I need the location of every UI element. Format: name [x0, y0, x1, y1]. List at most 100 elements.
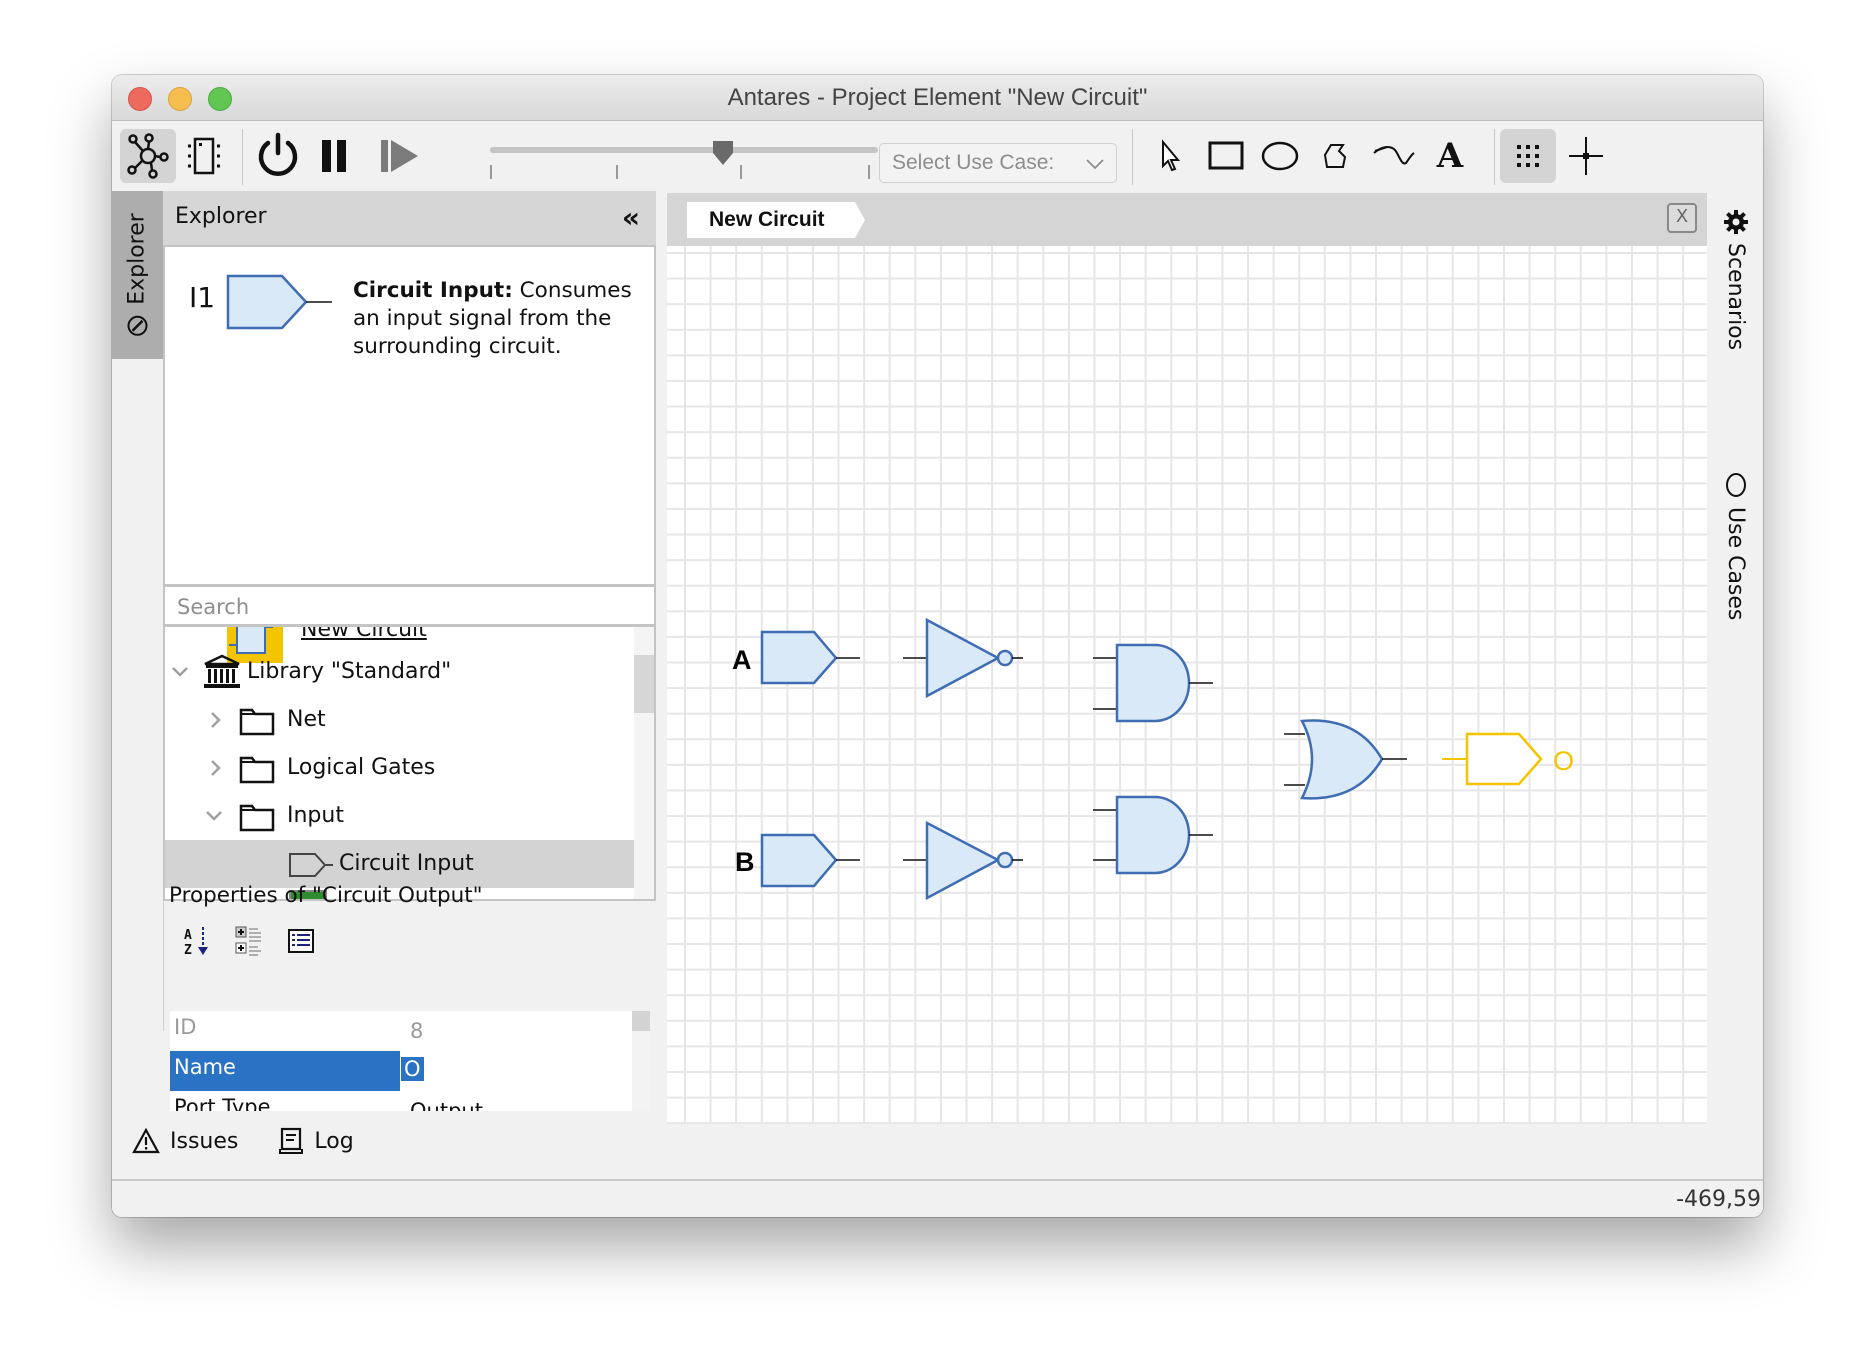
title-bar: Antares - Project Element "New Circuit"	[112, 75, 1763, 121]
svg-text:A: A	[184, 928, 192, 943]
log-tab[interactable]: Log	[278, 1127, 354, 1155]
categorized-icon[interactable]	[234, 925, 264, 957]
polygon-tool-button[interactable]	[1308, 129, 1364, 183]
component-view-button[interactable]	[176, 129, 232, 183]
property-value: Output	[410, 1099, 483, 1111]
close-editor-button[interactable]: X	[1667, 203, 1697, 233]
use-cases-side-tab[interactable]: Use Cases	[1723, 471, 1749, 620]
rectangle-tool-button[interactable]	[1198, 129, 1254, 183]
input-a-label: A	[732, 645, 752, 675]
or-gate[interactable]	[1284, 719, 1407, 800]
polygon-icon	[1323, 144, 1347, 168]
circuit-canvas[interactable]: A B O	[667, 246, 1707, 1124]
tree-item-label: New Circuit	[301, 627, 427, 642]
use-cases-side-tab-label: Use Cases	[1723, 507, 1748, 621]
editor-tab-bar: New Circuit X	[667, 193, 1707, 246]
tree-item-label: Library "Standard"	[247, 659, 452, 684]
tree-item-logical-gates[interactable]: Logical Gates	[165, 744, 635, 792]
issues-tab[interactable]: Issues	[132, 1127, 238, 1155]
gear-icon	[1724, 210, 1748, 234]
pause-button[interactable]	[306, 129, 362, 183]
search-input[interactable]	[175, 591, 639, 623]
not-gate-1[interactable]	[903, 617, 1023, 699]
circuit-input-b[interactable]	[760, 833, 860, 888]
graph-view-button[interactable]	[120, 129, 176, 183]
ellipse-icon	[1726, 473, 1746, 497]
circuit-diagram: A B O	[732, 617, 1574, 901]
element-id-label: I1	[189, 281, 216, 314]
network-icon	[127, 133, 169, 179]
speed-slider[interactable]	[490, 135, 878, 185]
rectangle-icon	[1208, 141, 1244, 170]
slider-thumb[interactable]	[711, 139, 735, 167]
select-tool-button[interactable]	[1142, 129, 1198, 183]
and-gate-2[interactable]	[1093, 795, 1213, 875]
crosshair-button[interactable]	[1558, 129, 1614, 183]
issues-tab-label: Issues	[170, 1128, 239, 1154]
and-gate-1[interactable]	[1093, 643, 1213, 723]
property-value-input[interactable]: O	[401, 1057, 424, 1081]
tree-scrollbar[interactable]	[634, 627, 654, 899]
properties-scrollbar-thumb[interactable]	[632, 1011, 650, 1031]
right-tab-strip: Scenarios Use Cases	[1710, 191, 1763, 1031]
element-description-title: Circuit Input:	[353, 278, 513, 303]
ellipse-tool-button[interactable]	[1252, 129, 1308, 183]
use-case-select[interactable]: Select Use Case:	[879, 143, 1117, 183]
pointer-icon	[1162, 139, 1181, 172]
scenarios-side-tab-label: Scenarios	[1723, 243, 1748, 351]
tree-item-net[interactable]: Net	[165, 696, 635, 744]
text-icon: A	[1436, 136, 1464, 176]
chevron-right-icon[interactable]	[207, 759, 225, 777]
chevron-down-icon[interactable]	[171, 663, 189, 681]
curve-tool-button[interactable]	[1366, 129, 1422, 183]
app-window: Antares - Project Element "New Circuit"	[112, 75, 1763, 1217]
explorer-side-tab[interactable]: Explorer	[112, 191, 163, 359]
power-button[interactable]	[250, 129, 306, 183]
step-play-icon	[381, 140, 418, 172]
scenarios-side-tab[interactable]: Scenarios	[1723, 209, 1749, 350]
slider-track	[490, 147, 878, 153]
tree-scrollbar-thumb[interactable]	[634, 655, 654, 713]
list-icon[interactable]	[286, 925, 316, 957]
tree-item-circuit-input[interactable]: Circuit Input	[165, 840, 635, 888]
sort-alpha-icon[interactable]: A Z	[182, 925, 212, 957]
circuit-output-o[interactable]	[1442, 732, 1543, 786]
text-tool-button[interactable]: A	[1422, 129, 1478, 183]
chevron-right-icon[interactable]	[207, 711, 225, 729]
bottom-tabs: Issues Log	[132, 1127, 354, 1155]
explorer-search	[163, 587, 656, 627]
circuit-input-icon	[289, 853, 333, 877]
property-row-id[interactable]: ID 8	[170, 1011, 630, 1051]
explorer-header: Explorer «	[163, 191, 656, 247]
output-o-label: O	[1553, 746, 1574, 776]
explorer-tree: New Circuit Library "Standard" Net Logic…	[163, 627, 656, 901]
power-icon	[258, 132, 298, 176]
circuit-input-a[interactable]	[760, 630, 860, 685]
cursor-coordinates: -469,59	[1676, 1187, 1761, 1212]
curve-icon	[1373, 146, 1415, 165]
properties-scrollbar[interactable]	[632, 1011, 650, 1111]
property-value: 8	[410, 1019, 424, 1043]
tree-item-input[interactable]: Input	[165, 792, 635, 840]
step-button[interactable]	[372, 129, 428, 183]
tree-item-label: Circuit Input	[339, 851, 474, 876]
toolbar: Select Use Case: A	[112, 121, 1763, 191]
property-row-port-type[interactable]: Port Type Output	[170, 1091, 630, 1111]
input-b-label: B	[735, 847, 755, 877]
crosshair-icon	[1569, 137, 1603, 175]
folder-icon	[239, 708, 275, 736]
property-key: ID	[174, 1015, 197, 1039]
tree-item-library-standard[interactable]: Library "Standard"	[165, 648, 635, 696]
grid-toggle-button[interactable]	[1500, 129, 1556, 183]
log-icon	[279, 1127, 304, 1154]
chevron-down-icon[interactable]	[205, 807, 223, 825]
not-gate-2[interactable]	[903, 820, 1023, 901]
pause-icon	[322, 140, 346, 172]
compass-icon	[127, 315, 147, 336]
property-row-name[interactable]: Name O	[170, 1051, 630, 1091]
collapse-panel-icon[interactable]: «	[622, 201, 640, 234]
property-key: Name	[174, 1055, 236, 1079]
element-description-text: Circuit Input: Consumes an input signal …	[353, 277, 643, 361]
explorer-title: Explorer	[175, 204, 267, 229]
tree-item-label: Logical Gates	[287, 755, 436, 780]
